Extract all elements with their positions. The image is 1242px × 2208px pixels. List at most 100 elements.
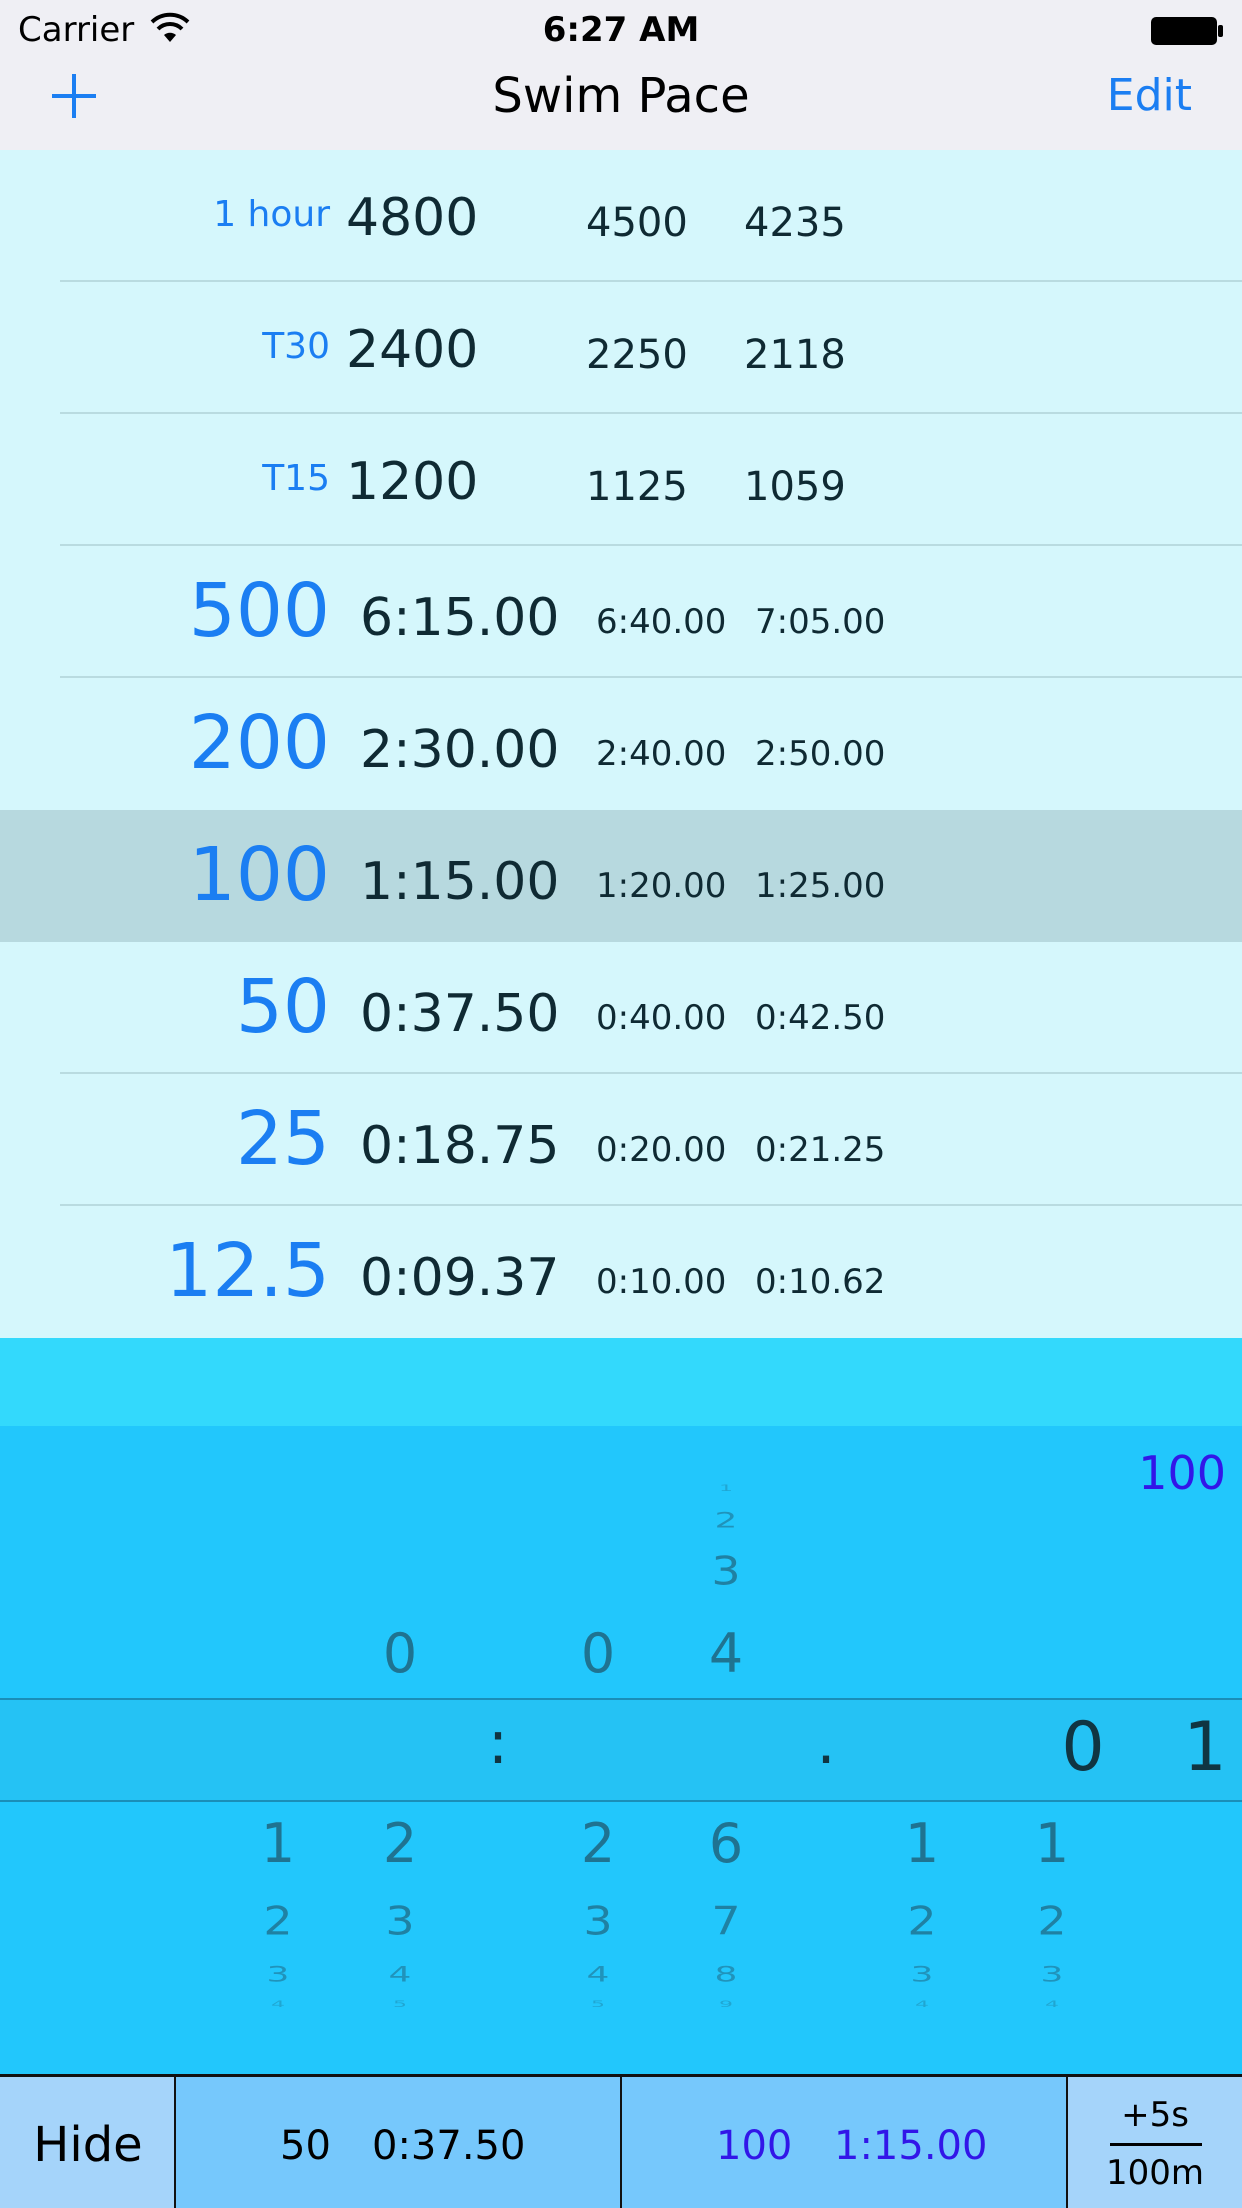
row-value-3: 0:21.25 — [755, 1130, 886, 1170]
page-title: Swim Pace — [492, 68, 750, 124]
row-value-3: 0:10.62 — [755, 1262, 886, 1302]
row-value: 0:18.75 — [360, 1116, 560, 1176]
navigation-bar: Carrier 6:27 AM Swim Pace Edit — [0, 0, 1242, 150]
table-row[interactable]: 12.5 0:09.37 0:10.00 0:10.62 — [0, 1206, 1242, 1338]
picker-digit: 3 — [583, 1898, 613, 1944]
picker-digit: 5 — [591, 1999, 605, 2010]
picker-digit: 4 — [271, 1999, 285, 2010]
table-row-selected[interactable]: 100 1:15.00 1:20.00 1:25.00 — [0, 810, 1242, 942]
table-row[interactable]: 500 6:15.00 6:40.00 7:05.00 — [0, 546, 1242, 678]
hide-button[interactable]: Hide — [0, 2077, 176, 2208]
picker-digit: 8 — [714, 1962, 738, 1987]
row-value: 4800 — [346, 188, 479, 248]
row-value-3: 2:50.00 — [755, 734, 886, 774]
picker-digit: 2 — [580, 1812, 616, 1875]
row-label: 50 — [235, 964, 330, 1050]
row-label: 500 — [188, 568, 330, 654]
picker-column-hundredths-ones[interactable]: 0 1 2 3 4 — [1012, 1426, 1092, 2074]
picker-column-hundredths-tens[interactable]: 0 1 2 3 4 — [882, 1426, 962, 2074]
picker-column-minutes-ones[interactable]: 0 1 2 3 4 5 — [360, 1426, 1227, 2074]
picker-digit: 3 — [1040, 1962, 1064, 1987]
picker-digit: 3 — [266, 1962, 290, 1987]
row-label: 25 — [235, 1096, 330, 1182]
picker-digit: 0 — [580, 1622, 616, 1685]
previous-pace-button[interactable]: 50 0:37.50 — [176, 2077, 622, 2208]
picker-digit: 1 — [1034, 1812, 1070, 1875]
increment-amount: +5s — [1121, 2095, 1189, 2135]
picker-column-minutes-tens[interactable]: 0 1 2 3 4 — [238, 1426, 1105, 2074]
picker-digit: 0 — [382, 1622, 418, 1685]
picker-digit: 1 — [260, 1812, 296, 1875]
row-value: 0:37.50 — [360, 984, 560, 1044]
picker-digit: 5 — [393, 1999, 407, 2010]
picker-digit: 1 — [1180, 1708, 1242, 1787]
row-label: 12.5 — [165, 1228, 330, 1314]
bottom-toolbar: Hide 50 0:37.50 100 1:15.00 +5s 100m — [0, 2074, 1242, 2208]
row-value-2: 2250 — [586, 332, 688, 378]
table-row[interactable]: T30 2400 2250 2118 — [0, 282, 1242, 414]
picker-column-seconds-ones[interactable]: 1 2 3 4 5 6 7 8 9 — [686, 1426, 766, 2074]
table-row[interactable]: T15 1200 1125 1059 — [0, 414, 1242, 546]
table-row[interactable]: 200 2:30.00 2:40.00 2:50.00 — [0, 678, 1242, 810]
picker-digit: 4 — [388, 1962, 412, 1987]
picker-digit: 2 — [382, 1812, 418, 1875]
picker-digit: 3 — [385, 1898, 415, 1944]
row-label: T30 — [262, 326, 330, 367]
picker-digit: 7 — [711, 1898, 741, 1944]
row-value-2: 1:20.00 — [596, 866, 727, 906]
current-pace-button[interactable]: 100 1:15.00 — [622, 2077, 1068, 2208]
picker-digit: 2 — [263, 1898, 293, 1944]
row-value-3: 7:05.00 — [755, 602, 886, 642]
pace-table: 1 hour 4800 4500 4235 T30 2400 2250 2118… — [0, 150, 1242, 1338]
increment-distance: 100m — [1105, 2153, 1204, 2193]
picker-header-strip — [0, 1338, 1242, 1426]
row-value-3: 1059 — [744, 464, 846, 510]
row-value-2: 2:40.00 — [596, 734, 727, 774]
picker-digit: 4 — [1045, 1999, 1059, 2010]
previous-time: 0:37.50 — [372, 2123, 526, 2169]
picker-column-seconds-tens[interactable]: 0 1 2 3 4 5 — [558, 1426, 638, 2074]
row-label: T15 — [262, 458, 330, 499]
current-distance: 100 — [716, 2123, 793, 2169]
status-time: 6:27 AM — [542, 10, 700, 50]
picker-digit: 4 — [586, 1962, 610, 1987]
row-value: 2:30.00 — [360, 720, 560, 780]
row-value-3: 4235 — [744, 200, 846, 246]
picker-digit: 3 — [910, 1962, 934, 1987]
picker-digit: 1 — [904, 1812, 940, 1875]
edit-button[interactable]: Edit — [1107, 70, 1192, 121]
row-value: 6:15.00 — [360, 588, 560, 648]
table-row[interactable]: 1 hour 4800 4500 4235 — [0, 150, 1242, 282]
row-label: 100 — [188, 832, 330, 918]
picker-digit: 1 — [719, 1483, 733, 1494]
previous-distance: 50 — [280, 2123, 331, 2169]
row-value: 1:15.00 — [360, 852, 560, 912]
row-value-2: 6:40.00 — [596, 602, 727, 642]
table-row[interactable]: 50 0:37.50 0:40.00 0:42.50 — [0, 942, 1242, 1074]
picker-digit: 2 — [1037, 1898, 1067, 1944]
picker-digit: 9 — [719, 1999, 733, 2010]
battery-icon — [1151, 17, 1223, 45]
picker-colon: : — [487, 1708, 509, 1778]
time-picker[interactable]: 100 0 1 2 3 4 0 1 2 3 4 5 : 0 1 2 3 4 5 … — [0, 1426, 1242, 2074]
row-label: 200 — [188, 700, 330, 786]
status-bar: Carrier 6:27 AM — [0, 0, 1242, 60]
picker-digit: 2 — [714, 1508, 738, 1533]
row-value-3: 1:25.00 — [755, 866, 886, 906]
picker-distance-label: 100 — [1138, 1446, 1226, 1500]
row-value-2: 0:10.00 — [596, 1262, 727, 1302]
picker-digit: 2 — [907, 1898, 937, 1944]
row-value: 2400 — [346, 320, 479, 380]
row-value-2: 1125 — [586, 464, 688, 510]
current-time: 1:15.00 — [834, 2123, 988, 2169]
table-row[interactable]: 25 0:18.75 0:20.00 0:21.25 — [0, 1074, 1242, 1206]
row-value-2: 0:20.00 — [596, 1130, 727, 1170]
picker-digit: 6 — [708, 1812, 744, 1875]
row-value-3: 2118 — [744, 332, 846, 378]
row-value: 0:09.37 — [360, 1248, 560, 1308]
picker-digit: 3 — [711, 1548, 741, 1594]
picker-decimal-point: . — [816, 1708, 836, 1778]
picker-digit: 4 — [915, 1999, 929, 2010]
increment-button[interactable]: +5s 100m — [1068, 2077, 1242, 2208]
hide-button-label: Hide — [33, 2117, 143, 2173]
